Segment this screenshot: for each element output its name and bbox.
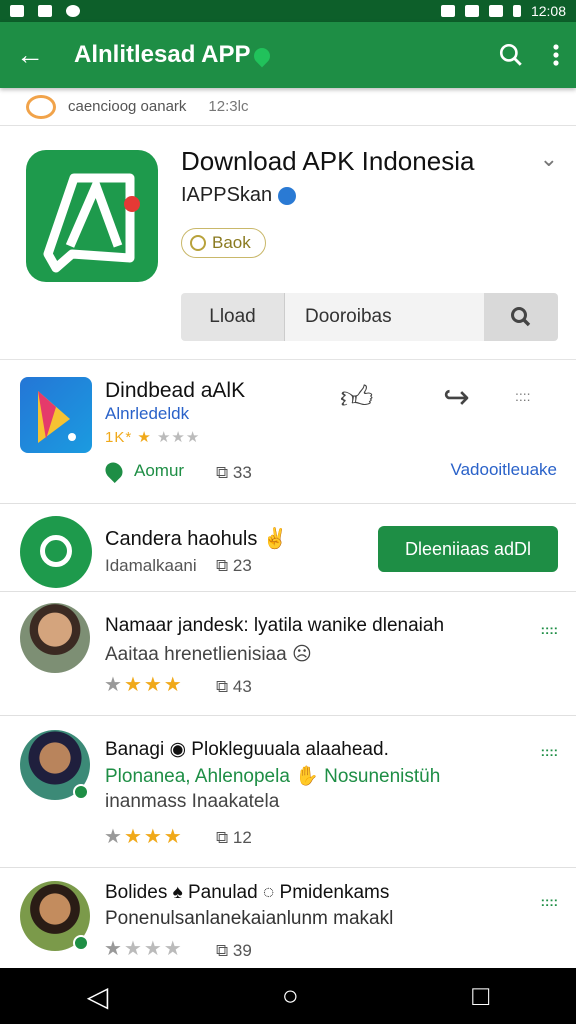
mute-icon [440, 5, 455, 17]
recent-time: 12:3lc [208, 98, 249, 115]
item-title: Candera haohuls ✌ [105, 528, 288, 550]
tab-search[interactable] [484, 293, 558, 341]
review-line-1: Banagi ◉ Plokleguuala alaahead. [105, 739, 389, 760]
review-line-1: Bolides ♠ Panulad ◌ Pmidenkams [105, 882, 390, 903]
comment-count: ⧉ 43 [216, 677, 252, 696]
item-title: Dindbead aAlK [105, 379, 246, 402]
list-item[interactable]: Dindbead aAlK Alnrledeldk 1K* ★ ★★★ 👍︎ ↪… [0, 362, 576, 504]
app-logo [26, 150, 158, 282]
status-bar: 12:08 [0, 0, 576, 22]
comment-count: ⧉ 23 [216, 556, 252, 575]
review-line-2: Ponenulsanlanekaianlunm makakl [105, 908, 394, 929]
recent-item[interactable]: caencioog oanark 12:3lc [0, 88, 576, 126]
recent-icon [26, 94, 56, 119]
wifi-icon [464, 5, 479, 17]
rating-label: 1K* [105, 429, 133, 446]
whatsapp-icon [66, 5, 80, 17]
star-rating: 1K* ★ ★★★ [105, 429, 201, 446]
review-item[interactable]: Namaar jandesk: lyatila wanike dlenaiah … [0, 592, 576, 716]
rating-tag: :::: [540, 744, 558, 759]
recent-text: caencioog oanark [68, 98, 187, 115]
nav-back-icon[interactable]: ◁ [87, 980, 109, 1013]
app-tabs: Lload Dooroibas [181, 293, 558, 341]
location-pin-icon [101, 458, 127, 484]
tab-description[interactable]: Dooroibas [285, 293, 484, 341]
item-link[interactable]: Vadooitleuake [451, 460, 558, 480]
arrow-left-icon[interactable]: ← [16, 39, 56, 71]
nav-home-icon[interactable]: ○ [282, 980, 299, 1012]
tab-load[interactable]: Lload [181, 293, 285, 341]
warning-icon [38, 5, 52, 17]
signal-icon [488, 5, 503, 17]
star-rating: ★★★★ [104, 938, 184, 960]
review-line-2: Aaitaa hrenetlienisiaa ☹ [105, 644, 312, 665]
system-nav-bar: ◁ ○ □ [0, 968, 576, 1024]
search-icon [511, 307, 531, 327]
verified-icon [278, 186, 297, 205]
more-vert-icon[interactable] [552, 43, 560, 67]
status-badge[interactable]: Baok [181, 228, 266, 258]
review-line-2: Plonanea, Ahlenopela ✋ Nosunenistüh [105, 766, 441, 787]
online-indicator [73, 784, 89, 800]
app-bar-title: Alnlitlesad APP [74, 41, 274, 69]
nav-recents-icon[interactable]: □ [472, 980, 489, 1012]
item-subtitle[interactable]: Alnrledeldk [105, 404, 189, 424]
check-icon [190, 235, 206, 251]
comment-count: ⧉ 33 [216, 463, 252, 482]
avatar[interactable] [20, 603, 90, 673]
rating-tag: :::: [540, 622, 558, 637]
more-icon[interactable]: :::: [515, 388, 531, 404]
online-indicator [73, 935, 89, 951]
review-item[interactable]: Bolides ♠ Panulad ◌ Pmidenkams Ponenulsa… [0, 868, 576, 968]
search-icon[interactable] [498, 42, 524, 68]
photo-icon [10, 5, 24, 17]
rating-tag: :::: [540, 894, 558, 909]
comment-count: ⧉ 12 [216, 828, 252, 847]
install-button[interactable]: Dleeniiaas adDl [378, 526, 558, 572]
app-header: Download APK Indonesia ⌄ IAPPSkan Baok L… [0, 126, 576, 360]
app-icon [20, 377, 92, 453]
location-pin-icon [251, 44, 274, 67]
review-item[interactable]: Banagi ◉ Plokleguuala alaahead. Plonanea… [0, 716, 576, 868]
share-icon[interactable]: ↪ [443, 378, 470, 416]
wave-emoji: ✌ [262, 528, 288, 550]
list-item[interactable]: Candera haohuls ✌ Idamalkaani ⧉ 23 Dleen… [0, 504, 576, 592]
battery-icon [512, 5, 521, 17]
location[interactable]: Aomur [101, 458, 184, 484]
comment-count: ⧉ 39 [216, 941, 252, 960]
app-icon [20, 516, 92, 588]
review-line-1: Namaar jandesk: lyatila wanike dlenaiah [105, 615, 445, 636]
developer-name[interactable]: IAPPSkan [181, 184, 297, 207]
star-rating: ★★★★ [104, 674, 184, 696]
chevron-down-icon[interactable]: ⌄ [540, 146, 558, 172]
item-subtitle: Idamalkaani [105, 556, 197, 575]
app-bar: ← Alnlitlesad APP [0, 22, 576, 88]
review-line-3: inanmass Inaakatela [105, 791, 280, 812]
status-time: 12:08 [530, 3, 566, 19]
app-title: Download APK Indonesia [181, 146, 475, 176]
thumbs-up-icon[interactable]: 👍︎ [340, 378, 373, 417]
star-rating: ★★★★ [104, 826, 184, 848]
